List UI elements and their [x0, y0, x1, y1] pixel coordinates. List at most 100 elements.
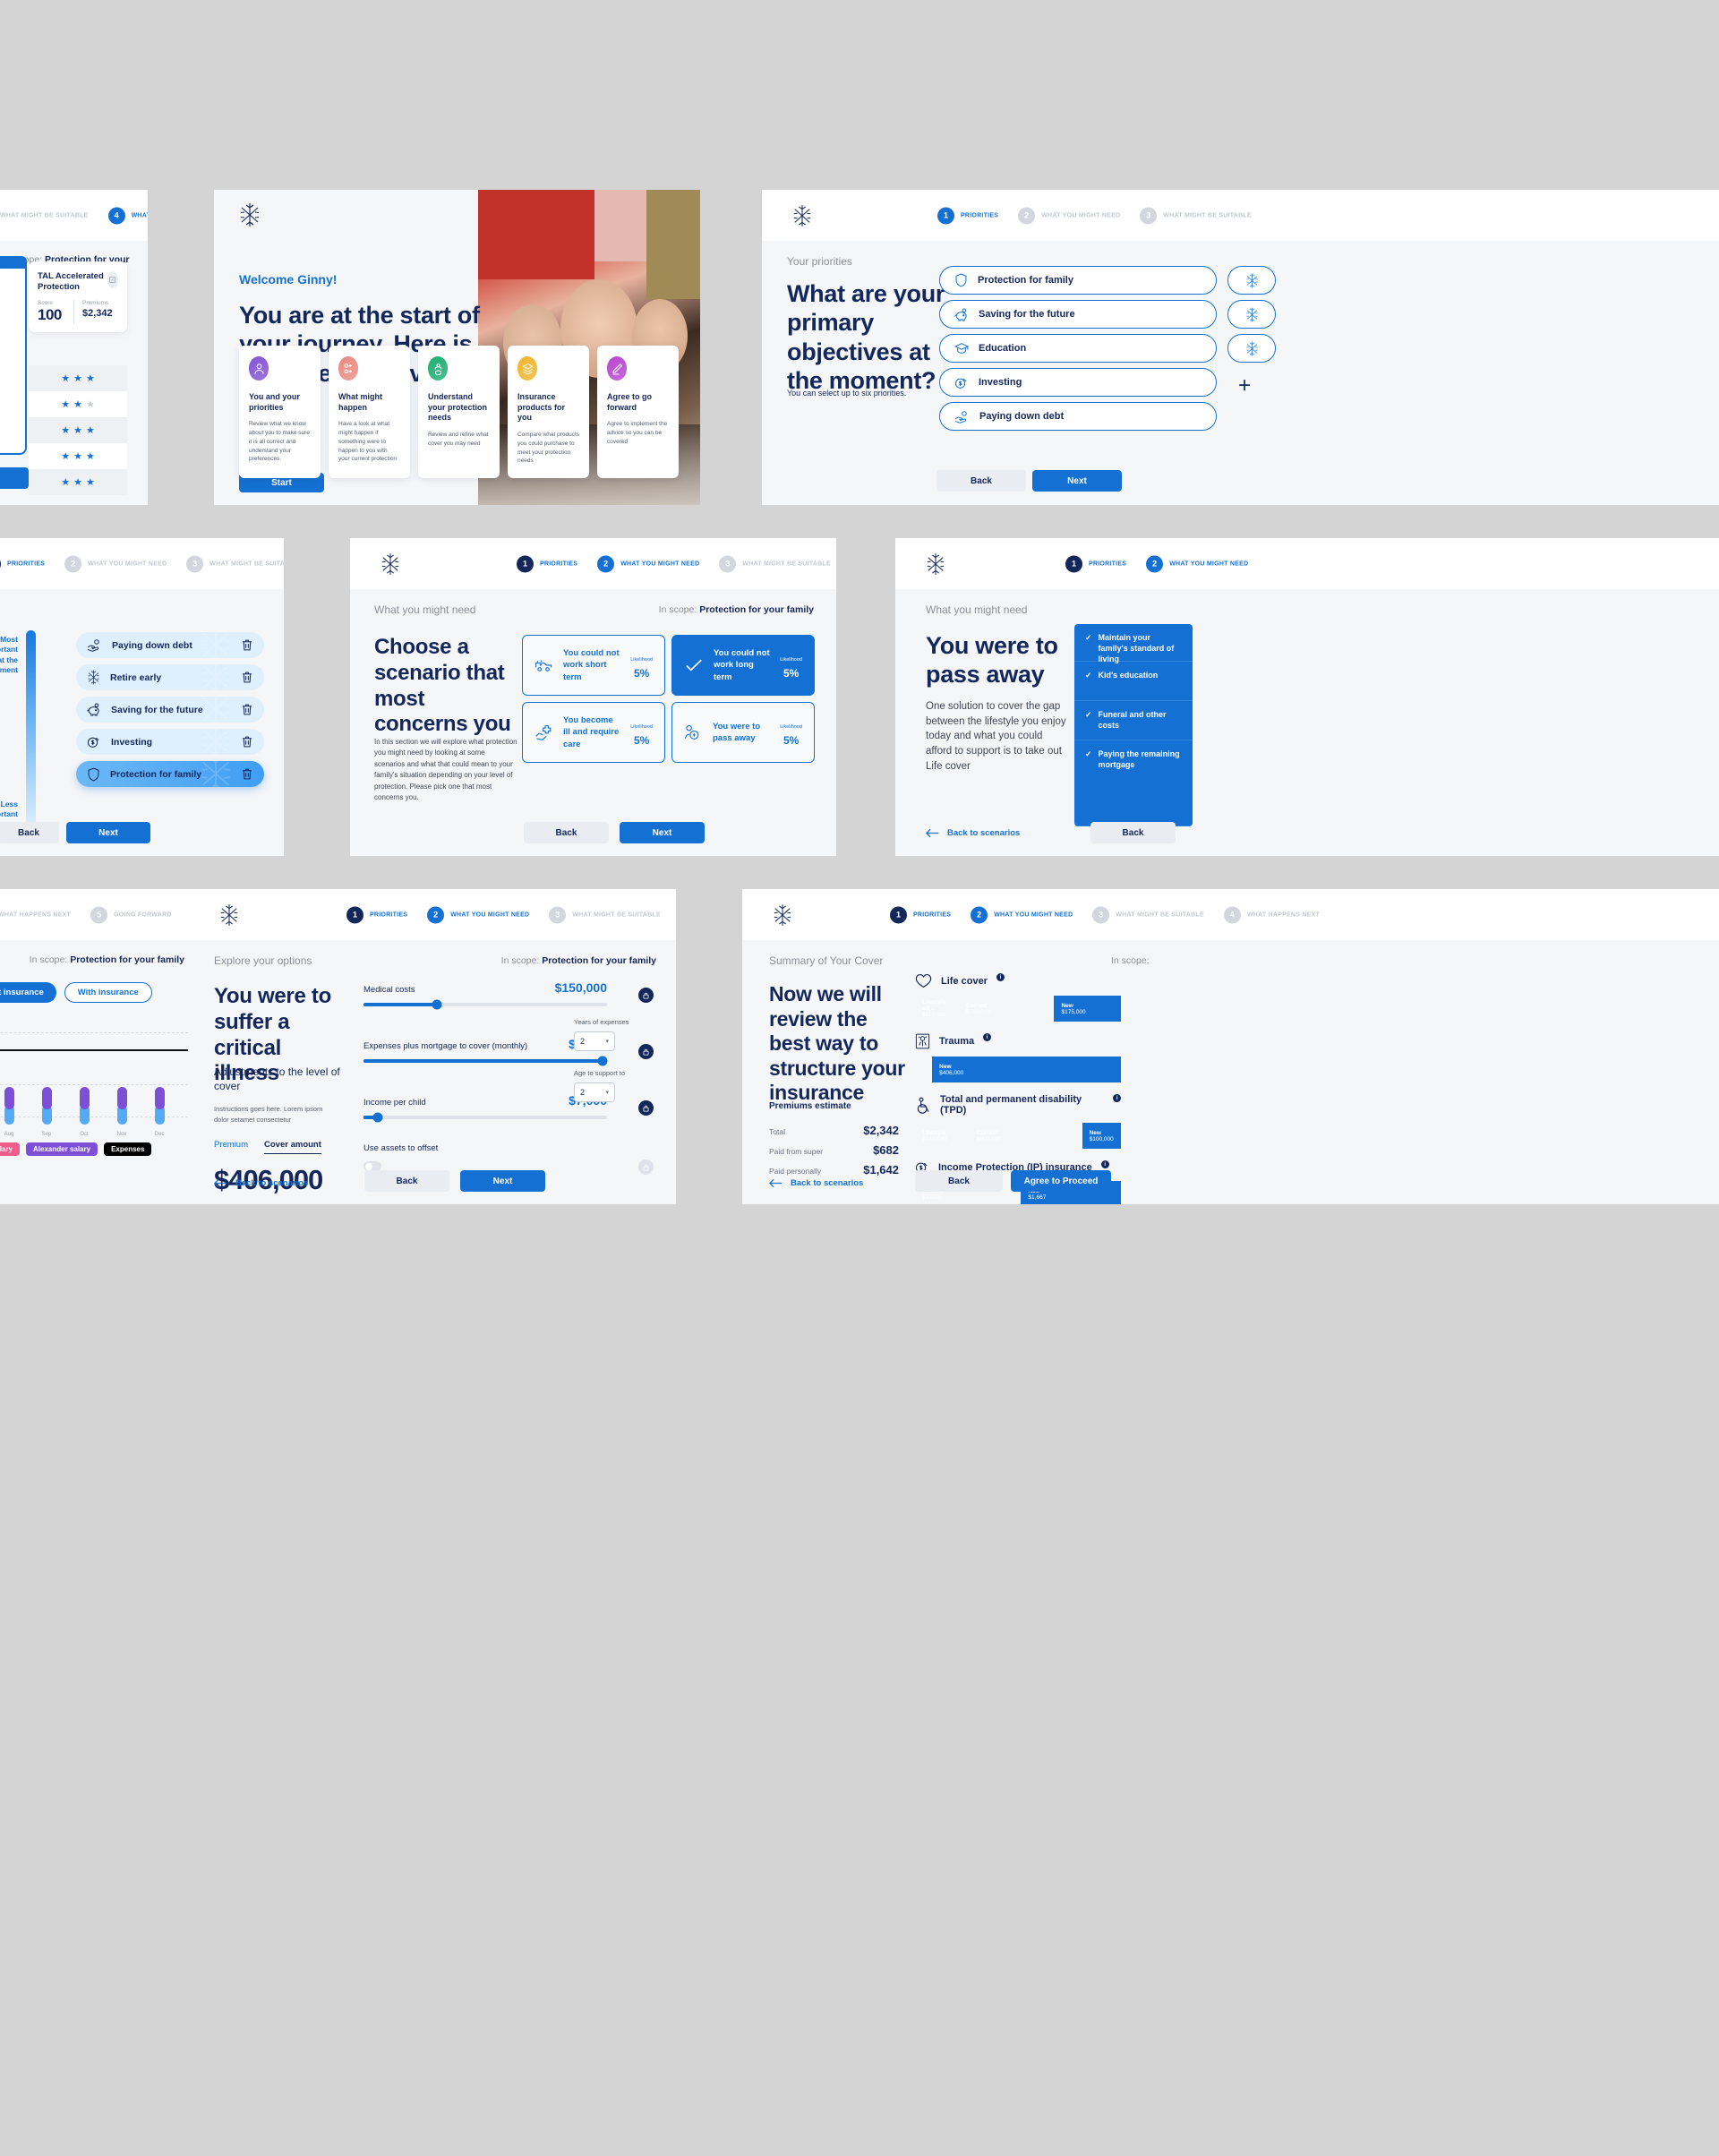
step-1[interactable]: 1 PRIORITIES — [517, 555, 577, 572]
step-4[interactable]: 4 WHAT HAPPENS NEXT — [107, 207, 148, 224]
back-to-scenarios-link[interactable]: Back to scenarios — [926, 828, 1020, 838]
priority-option-1[interactable]: Saving for the future — [939, 300, 1217, 329]
tab-cover-amount[interactable]: Cover amount — [264, 1140, 321, 1154]
step-2[interactable]: 2 WHAT YOU MIGHT NEED — [1018, 207, 1120, 224]
cover-bar-current[interactable]: Current $250,000 — [959, 996, 1054, 1022]
next-button[interactable]: Next — [1032, 470, 1122, 492]
priority-extra-2[interactable] — [1227, 334, 1276, 363]
toggle-with-insurance[interactable]: With insurance — [64, 982, 152, 1003]
step-4[interactable]: 4 WHAT HAPPENS NEXT — [0, 906, 71, 923]
info-icon[interactable]: i — [996, 973, 1005, 981]
step-3[interactable]: 3 WHAT MIGHT BE SUITABLE — [719, 555, 831, 572]
next-button[interactable]: Next — [66, 822, 150, 843]
product-card-selected[interactable] — [0, 256, 27, 455]
tab-premium[interactable]: Premium — [214, 1140, 248, 1154]
next-button[interactable] — [0, 467, 29, 489]
trash-icon[interactable] — [241, 671, 253, 684]
scenario-card-0[interactable]: You could not work short term Likelihood… — [522, 635, 665, 696]
toggle-without-insurance[interactable]: Without insurance — [0, 982, 56, 1003]
select-control[interactable]: 2 ▾ — [574, 1082, 615, 1103]
plus-icon[interactable]: + — [1238, 375, 1251, 397]
overview-card[interactable]: Agree to go forward Agree to implement t… — [597, 346, 679, 479]
select-control[interactable]: 2 ▾ — [574, 1031, 615, 1052]
back-button[interactable]: Back — [1090, 822, 1176, 843]
priority-option-3[interactable]: Investing — [939, 368, 1217, 397]
product-card-tal[interactable]: TAL Accelerated Protection Score 100 Pre… — [29, 261, 127, 333]
step-2[interactable]: 2 WHAT YOU MIGHT NEED — [427, 906, 529, 923]
slider-track[interactable] — [363, 1056, 608, 1066]
back-to-scenarios-link[interactable]: Back to scenarios — [769, 1178, 863, 1188]
step-3[interactable]: 3 WHAT MIGHT BE SUITABLE — [0, 207, 89, 224]
lock-icon-disabled[interactable] — [638, 1159, 654, 1175]
priority-option-4[interactable]: Paying down debt — [939, 402, 1217, 431]
cover-bar-lifestyle[interactable] — [915, 1057, 932, 1082]
step-1[interactable]: 1 PRIORITIES — [346, 906, 407, 923]
step-1[interactable]: 1 PRIORITIES — [0, 555, 45, 572]
trash-icon[interactable] — [241, 735, 253, 749]
back-to-scenarios-link[interactable]: Back to scenarios — [214, 1178, 308, 1188]
info-icon[interactable]: i — [1100, 1160, 1109, 1168]
trash-icon[interactable] — [241, 638, 253, 652]
slider-track[interactable] — [363, 1112, 607, 1123]
next-button[interactable]: Next — [620, 822, 705, 843]
back-button[interactable]: Back — [915, 1170, 1003, 1192]
scenario-card-2[interactable]: You become ill and require care Likeliho… — [522, 702, 665, 763]
shield-people-icon — [428, 356, 448, 381]
info-icon[interactable]: i — [1113, 1094, 1121, 1102]
cover-bar-lifestyle[interactable]: Lifestyle adj... $115,000 — [915, 996, 959, 1022]
step-label: WHAT HAPPENS NEXT — [0, 911, 72, 918]
overview-card[interactable]: What might happen Have a look at what mi… — [329, 346, 410, 479]
compare-icon[interactable] — [107, 271, 118, 288]
trash-icon[interactable] — [241, 703, 253, 716]
step-2[interactable]: 2 WHAT YOU MIGHT NEED — [64, 555, 167, 572]
overview-card[interactable]: You and your priorities Review what we k… — [239, 346, 321, 479]
cover-bar-current[interactable]: Current $500,000 — [970, 1123, 1082, 1149]
step-4[interactable]: 4 WHAT HAPPENS NEXT — [1223, 906, 1320, 923]
panel-cashflow-chart: 4 WHAT HAPPENS NEXT 5 GOING FORWARD In s… — [0, 889, 193, 1204]
cover-bar-new[interactable]: New $406,000 — [932, 1057, 1121, 1082]
step-5[interactable]: 5 GOING FORWARD — [90, 906, 172, 923]
trash-icon[interactable] — [241, 767, 253, 781]
step-3[interactable]: 3 WHAT MIGHT BE SUITABLE — [1092, 906, 1204, 923]
step-3[interactable]: 3 WHAT MIGHT BE SUITABLE — [549, 906, 661, 923]
overview-card[interactable]: Insurance products for you Compare what … — [508, 346, 589, 479]
ranked-priority-1[interactable]: Retire early — [76, 664, 264, 690]
back-button[interactable]: Back — [364, 1170, 449, 1192]
info-icon[interactable]: i — [983, 1033, 992, 1041]
overview-card[interactable]: Understand your protection needs Review … — [418, 346, 500, 479]
step-3[interactable]: 3 WHAT MIGHT BE SUITABLE — [1140, 207, 1252, 224]
section-label: Your priorities — [787, 255, 852, 268]
cover-bar-new[interactable]: New $100,000 — [1082, 1123, 1121, 1149]
slider-handle[interactable] — [372, 1112, 383, 1123]
slider-track[interactable] — [363, 999, 607, 1010]
cover-bar-new[interactable]: New $175,000 — [1054, 996, 1121, 1022]
agree-to-proceed-button[interactable]: Agree to Proceed — [1011, 1170, 1111, 1192]
ranked-priority-2[interactable]: Saving for the future — [76, 697, 264, 723]
step-2[interactable]: 2 WHAT YOU MIGHT NEED — [597, 555, 699, 572]
lock-icon[interactable] — [638, 988, 654, 1003]
step-3[interactable]: 3 WHAT MIGHT BE SUITABLE — [186, 555, 284, 572]
step-1[interactable]: 1 PRIORITIES — [1065, 555, 1126, 572]
next-button[interactable]: Next — [460, 1170, 545, 1192]
cover-bar-lifestyle[interactable]: Lifestyle $140,000 — [915, 1123, 970, 1149]
step-2[interactable]: 2 WHAT YOU MIGHT NEED — [1146, 555, 1248, 572]
back-button[interactable]: Back — [524, 822, 609, 843]
step-1[interactable]: 1 PRIORITIES — [937, 207, 998, 224]
back-button[interactable]: Back — [936, 470, 1026, 492]
ranked-priority-3[interactable]: Investing — [76, 729, 264, 755]
scenario-likelihood: Likelihood 5% — [780, 649, 802, 681]
ranked-priority-0[interactable]: Paying down debt — [76, 632, 264, 658]
ranked-priority-4[interactable]: Protection for family — [76, 761, 264, 787]
priority-extra-1[interactable] — [1227, 300, 1276, 329]
expenses-line — [0, 1049, 188, 1051]
priority-option-0[interactable]: Protection for family — [939, 266, 1217, 295]
back-button[interactable]: Back — [0, 822, 59, 843]
step-1[interactable]: 1 PRIORITIES — [890, 906, 951, 923]
priority-extra-0[interactable] — [1227, 266, 1276, 295]
step-2[interactable]: 2 WHAT YOU MIGHT NEED — [971, 906, 1073, 923]
priority-option-2[interactable]: Education — [939, 334, 1217, 363]
wheelchair-icon — [915, 1097, 931, 1114]
slider-handle[interactable] — [432, 999, 442, 1010]
scenario-card-3[interactable]: You were to pass away Likelihood 5% — [671, 702, 815, 763]
scenario-card-1[interactable]: You could not work long term Likelihood … — [671, 635, 815, 696]
